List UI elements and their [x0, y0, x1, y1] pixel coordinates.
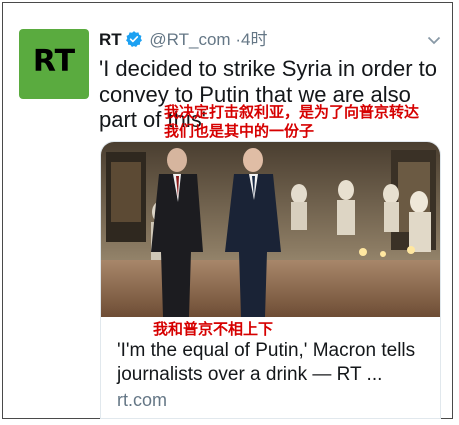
avatar-logo: RT: [32, 44, 76, 79]
link-card[interactable]: 我和普京不相上下 'I'm the equal of Putin,' Macro…: [100, 141, 441, 419]
card-title[interactable]: 'I'm the equal of Putin,' Macron tells j…: [117, 339, 437, 387]
tweet-header: RT @RT_com ·4时: [99, 29, 267, 54]
card-photo[interactable]: [101, 142, 441, 317]
verified-icon: [125, 30, 143, 54]
tweet-time[interactable]: 4时: [241, 30, 267, 49]
chinese-caption-line1: 我决定打击叙利亚，是为了向普京转达: [164, 104, 420, 121]
tweet-frame: RT RT @RT_com ·4时 'I decided to strike S…: [2, 2, 453, 419]
chinese-caption-card: 我和普京不相上下: [153, 321, 274, 338]
chevron-down-icon[interactable]: [427, 33, 441, 47]
card-domain[interactable]: rt.com: [117, 390, 167, 411]
avatar[interactable]: RT: [19, 29, 89, 99]
author-handle[interactable]: @RT_com: [149, 30, 230, 49]
chinese-caption-top: 我决定打击叙利亚，是为了向普京转达 我们也是其中的一份子: [164, 103, 419, 141]
chinese-caption-line2: 我们也是其中的一份子: [164, 123, 315, 140]
author-name[interactable]: RT: [99, 30, 122, 49]
